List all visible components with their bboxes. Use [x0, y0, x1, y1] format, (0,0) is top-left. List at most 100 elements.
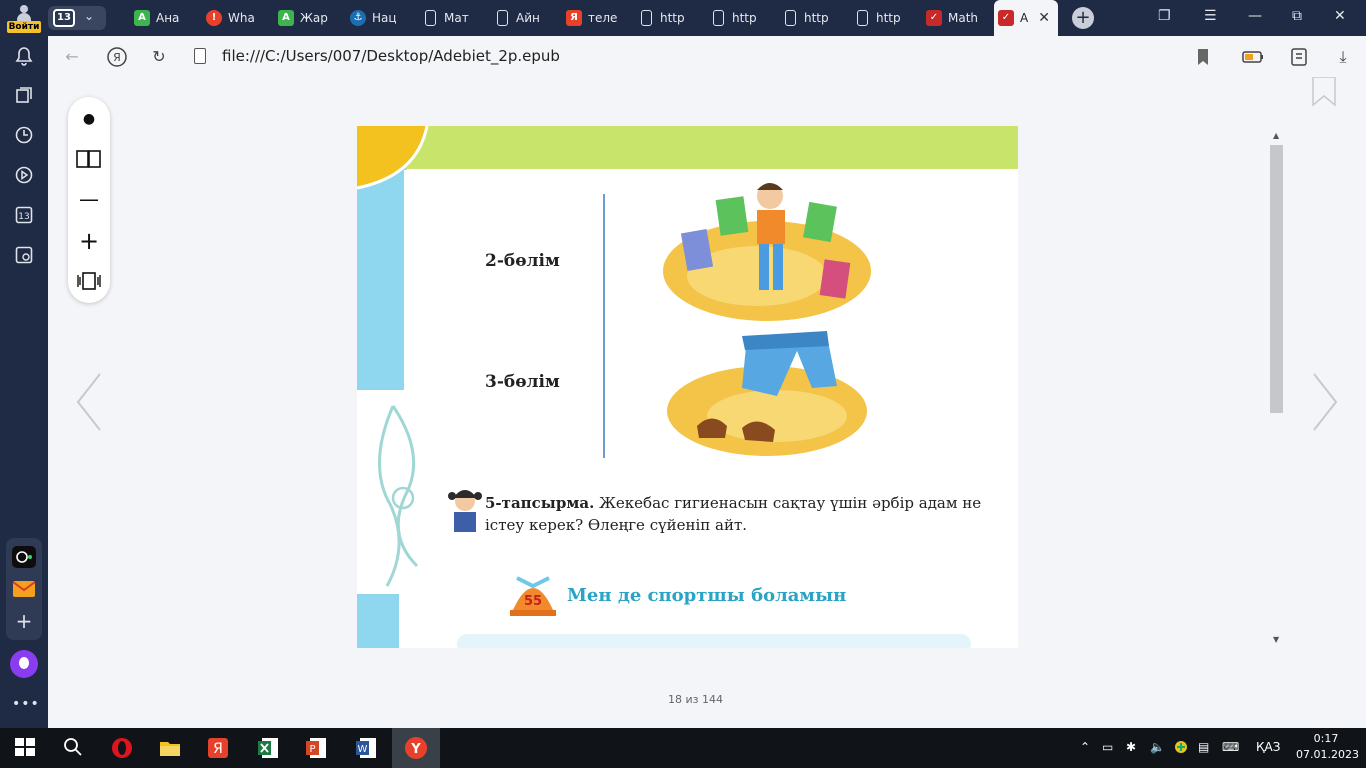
- back-icon[interactable]: ←: [61, 46, 83, 68]
- svg-text:13: 13: [18, 212, 29, 222]
- epub-viewer: ● — + 55 2-бөлім 3-бөлім 5-тапсырма. Жек…: [48, 76, 1366, 728]
- tab-7[interactable]: Я теле: [562, 4, 632, 32]
- tab-active[interactable]: ✓ A ✕: [994, 0, 1058, 36]
- chevron-down-icon: ⌄: [84, 9, 95, 23]
- reload-icon[interactable]: ↻: [148, 46, 170, 68]
- tab-favicon: !: [206, 10, 222, 26]
- powerpoint-icon[interactable]: P: [304, 736, 328, 760]
- tab-3[interactable]: А Жар: [274, 4, 344, 32]
- tab-12[interactable]: ✓ Math: [922, 4, 992, 32]
- clock-date: 07.01.2023: [1296, 748, 1359, 761]
- tray-language[interactable]: ҚАЗ: [1256, 740, 1280, 754]
- tab-title: Мат: [444, 11, 469, 25]
- yandex-browser-taskbar-icon[interactable]: Я: [206, 736, 230, 760]
- login-label: Войти: [7, 21, 41, 33]
- page-counter: 18 из 144: [668, 693, 723, 706]
- page-icon: [641, 10, 652, 26]
- minimize-icon[interactable]: —: [1248, 8, 1262, 24]
- bookmark-icon[interactable]: [1192, 46, 1214, 68]
- svg-text:Y: Y: [410, 742, 421, 757]
- tab-title: Ана: [156, 11, 180, 25]
- login-button[interactable]: Войти: [6, 3, 42, 33]
- tab-9[interactable]: http: [706, 4, 776, 32]
- collections-sidebar-icon[interactable]: [14, 86, 34, 106]
- yandex-icon[interactable]: Я: [106, 46, 128, 68]
- window-close-icon[interactable]: ✕: [1334, 8, 1346, 24]
- clock[interactable]: 0:17 07.01.2023: [1296, 731, 1359, 763]
- tab-10[interactable]: http: [778, 4, 848, 32]
- tab-title: Жар: [300, 11, 328, 25]
- tab-5[interactable]: Мат: [418, 4, 488, 32]
- tab-title: http: [876, 11, 901, 25]
- prev-page-arrow[interactable]: [74, 372, 104, 432]
- tabs-counter-icon[interactable]: 13: [14, 206, 34, 226]
- menu-icon[interactable]: ☰: [1204, 8, 1217, 24]
- restore-icon[interactable]: ⧉: [1292, 8, 1302, 24]
- tab-favicon: ⚓: [350, 10, 366, 26]
- new-tab-button[interactable]: +: [1072, 7, 1094, 29]
- opera-icon[interactable]: [110, 736, 134, 760]
- yandex-app-icon[interactable]: Y: [404, 736, 428, 760]
- two-page-icon[interactable]: [68, 145, 110, 173]
- tray-battery-icon[interactable]: ▭: [1102, 740, 1113, 754]
- alice-app-icon[interactable]: [12, 546, 36, 568]
- tray-wifi-icon[interactable]: ✱: [1126, 740, 1136, 754]
- bell-icon[interactable]: [14, 46, 34, 66]
- single-page-icon[interactable]: ●: [68, 105, 110, 133]
- play-icon[interactable]: [14, 166, 34, 186]
- tab-favicon: А: [134, 10, 150, 26]
- next-page-arrow[interactable]: [1310, 372, 1340, 432]
- history-icon[interactable]: [14, 126, 34, 146]
- tab-11[interactable]: http: [850, 4, 920, 32]
- tab-8[interactable]: http: [634, 4, 704, 32]
- tab-2[interactable]: ! Wha: [202, 4, 272, 32]
- tray-chevron-icon[interactable]: ⌃: [1080, 740, 1090, 754]
- alice-assistant-icon[interactable]: [10, 650, 38, 678]
- zoom-in-button[interactable]: +: [68, 227, 110, 255]
- page-scrollbar[interactable]: ▲ ▼: [1270, 131, 1284, 645]
- battery-icon[interactable]: [1242, 46, 1264, 68]
- close-icon[interactable]: ✕: [1038, 0, 1050, 36]
- page-icon: [425, 10, 436, 26]
- fit-width-icon[interactable]: [68, 267, 110, 295]
- tab-title: A: [1020, 11, 1029, 25]
- add-app-icon[interactable]: +: [12, 610, 36, 632]
- download-icon[interactable]: ⤓: [1332, 46, 1354, 68]
- scroll-up-icon[interactable]: ▲: [1273, 131, 1279, 140]
- tray-keyboard-icon[interactable]: ⌨: [1222, 740, 1239, 754]
- address-input[interactable]: file:///C:/Users/007/Desktop/Adebiet_2p.…: [222, 47, 560, 65]
- tab-title: теле: [588, 11, 618, 25]
- mail-app-icon[interactable]: [12, 578, 36, 600]
- tray-app-icon[interactable]: [1174, 740, 1188, 757]
- tab-1[interactable]: А Ана: [130, 4, 200, 32]
- page-icon: [497, 10, 508, 26]
- svg-text:Я: Я: [213, 741, 223, 757]
- excel-icon[interactable]: [256, 736, 280, 760]
- tab-title: http: [804, 11, 829, 25]
- tray-volume-icon[interactable]: 🔈: [1150, 740, 1165, 754]
- tab-title: Wha: [228, 11, 255, 25]
- task-label: 5-тапсырма.: [485, 494, 595, 512]
- shield-icon: ✓: [926, 10, 942, 26]
- scroll-down-icon[interactable]: ▼: [1273, 635, 1279, 644]
- tab-counter-button[interactable]: 13 ⌄: [48, 6, 106, 30]
- part-2-label: 2-бөлім: [485, 251, 560, 271]
- page-icon: [857, 10, 868, 26]
- windows-start-icon[interactable]: [14, 736, 38, 760]
- tab-4[interactable]: ⚓ Нац: [346, 4, 416, 32]
- search-icon[interactable]: [62, 736, 86, 760]
- page-bookmark-icon[interactable]: [1312, 76, 1336, 107]
- tab-title: http: [660, 11, 685, 25]
- collections-icon[interactable]: ❐: [1158, 8, 1171, 24]
- tab-6[interactable]: Айн: [490, 4, 560, 32]
- page-icon: [785, 10, 796, 26]
- word-icon[interactable]: W: [354, 736, 378, 760]
- screenshot-icon[interactable]: [14, 246, 34, 266]
- file-explorer-icon[interactable]: [158, 736, 182, 760]
- zoom-out-button[interactable]: —: [68, 185, 110, 213]
- tab-favicon: А: [278, 10, 294, 26]
- scrollbar-thumb[interactable]: [1270, 145, 1283, 413]
- protect-icon[interactable]: [1288, 46, 1310, 68]
- tray-notification-icon[interactable]: ▤: [1198, 740, 1209, 754]
- more-icon[interactable]: •••: [12, 696, 40, 712]
